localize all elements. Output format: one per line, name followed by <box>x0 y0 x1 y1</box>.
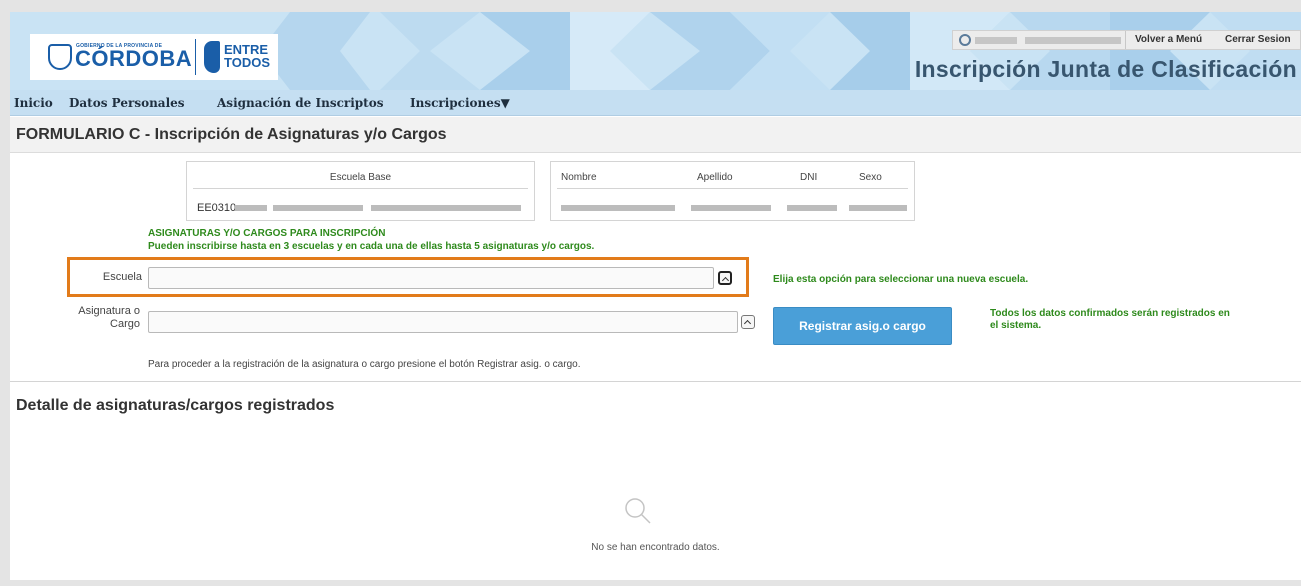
form-title: FORMULARIO C - Inscripción de Asignatura… <box>16 126 447 143</box>
nav-item-datos-personales[interactable]: Datos Personales <box>69 96 185 110</box>
asignatura-chevron-up-icon[interactable] <box>741 315 755 329</box>
table-divider <box>193 188 528 189</box>
person-header-apellido: Apellido <box>697 172 733 183</box>
nav-item-inicio[interactable]: Inicio <box>14 96 53 110</box>
escuela-select[interactable] <box>148 267 714 289</box>
escuela-chevron-up-icon[interactable] <box>718 271 732 285</box>
entre-todos-logo: ENTRE TODOS <box>204 40 274 74</box>
asignatura-label: Asignatura o Cargo <box>78 305 140 330</box>
redacted-apellido <box>691 205 771 211</box>
logout-link[interactable]: Cerrar Sesion <box>1225 34 1291 45</box>
redacted-user-detail <box>1025 37 1121 44</box>
crest-icon <box>48 44 72 70</box>
section-subtitle: Pueden inscribirse hasta en 3 escuelas y… <box>148 241 595 252</box>
detail-title: Detalle de asignaturas/cargos registrado… <box>16 397 335 414</box>
person-header-nombre: Nombre <box>561 172 597 183</box>
escuela-label: Escuela <box>102 271 142 283</box>
province-map-icon <box>204 41 220 73</box>
logo-separator <box>195 39 196 75</box>
person-data-table: Nombre Apellido DNI Sexo <box>550 161 915 221</box>
redacted-dni <box>787 205 837 211</box>
school-base-table: Escuela Base EE0310 <box>186 161 535 221</box>
user-bar-divider <box>1125 31 1126 49</box>
cordoba-logo: GOBIERNO DE LA PROVINCIA DE CÓRDOBA <box>46 40 193 74</box>
redacted-school-name <box>371 205 521 211</box>
table-divider <box>557 188 908 189</box>
school-base-header: Escuela Base <box>329 172 392 183</box>
register-button[interactable]: Registrar asig.o cargo <box>773 307 952 345</box>
logo-block: GOBIERNO DE LA PROVINCIA DE CÓRDOBA ENTR… <box>30 34 278 80</box>
back-to-menu-link[interactable]: Volver a Menú <box>1135 34 1202 45</box>
person-header-dni: DNI <box>800 172 818 183</box>
redacted-school-name <box>235 205 267 211</box>
nav-item-inscripciones[interactable]: Inscripciones▼ <box>410 96 510 110</box>
page: GOBIERNO DE LA PROVINCIA DE CÓRDOBA ENTR… <box>10 12 1301 580</box>
section-divider <box>10 381 1301 382</box>
register-hint: Todos los datos confirmados serán regist… <box>990 308 1230 331</box>
empty-state-message: No se han encontrado datos. <box>591 542 720 553</box>
redacted-sexo <box>849 205 907 211</box>
school-code: EE0310 <box>197 202 237 214</box>
form-header: FORMULARIO C - Inscripción de Asignatura… <box>10 117 1301 153</box>
person-header-sexo: Sexo <box>859 172 882 183</box>
registration-note: Para proceder a la registración de la as… <box>148 359 581 370</box>
main-nav: Inicio Datos Personales Asignación de In… <box>10 90 1301 116</box>
asignatura-select[interactable] <box>148 311 738 333</box>
logo-todos-text: TODOS <box>224 55 270 70</box>
redacted-school-name <box>273 205 363 211</box>
user-bar: Volver a Menú Cerrar Sesion <box>952 30 1301 50</box>
logo-province-name: CÓRDOBA <box>75 46 193 71</box>
section-title: ASIGNATURAS Y/O CARGOS PARA INSCRIPCIÓN <box>148 228 386 239</box>
redacted-nombre <box>561 205 675 211</box>
nav-item-asignacion-inscriptos[interactable]: Asignación de Inscriptos <box>217 96 383 110</box>
redacted-user-name <box>975 37 1017 44</box>
header-banner: GOBIERNO DE LA PROVINCIA DE CÓRDOBA ENTR… <box>10 12 1301 90</box>
escuela-hint: Elija esta opción para seleccionar una n… <box>773 274 1029 285</box>
search-icon <box>625 498 651 524</box>
app-title: Inscripción Junta de Clasificación <box>914 56 1297 82</box>
user-icon <box>959 34 971 46</box>
